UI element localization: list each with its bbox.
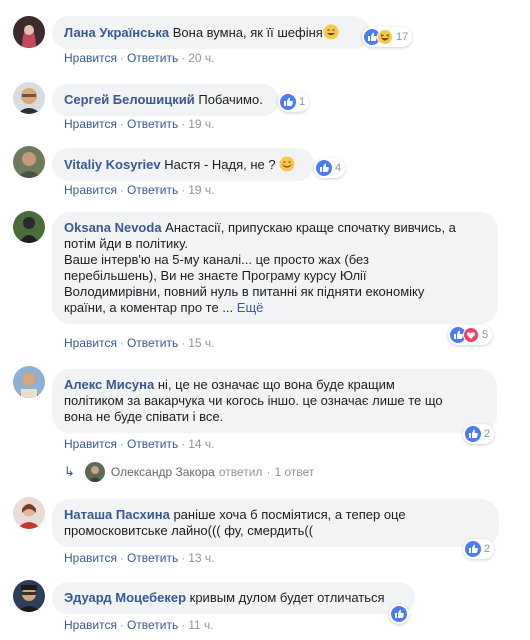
reply-author[interactable]: Олександр Закора	[111, 465, 215, 479]
comment-bubble: Сергей Белошицкий Побачимо.	[52, 84, 279, 116]
like-icon	[391, 606, 407, 622]
reply-link[interactable]: Ответить	[127, 117, 178, 131]
avatar[interactable]	[13, 146, 45, 178]
smile-emoji-icon	[279, 156, 295, 172]
comment-bubble: Vitaliy Kosyriev Настя - Надя, не ?	[52, 148, 314, 181]
reactions-summary[interactable]	[389, 604, 409, 624]
reactions-summary[interactable]: 1	[278, 92, 310, 112]
separator: ·	[119, 336, 124, 350]
replies-link[interactable]: ↳ Олександр Закора ответил · 1 ответ	[64, 462, 314, 482]
comment-actions: Нравится · Ответить · 19 ч.	[64, 116, 215, 132]
like-link[interactable]: Нравится	[64, 336, 117, 350]
like-link[interactable]: Нравится	[64, 618, 117, 632]
timestamp[interactable]: 11 ч.	[188, 618, 213, 632]
separator: ·	[181, 437, 186, 451]
reply-arrow-icon: ↳	[64, 464, 75, 479]
timestamp[interactable]: 19 ч.	[188, 117, 214, 131]
avatar	[84, 462, 105, 482]
comment-bubble: Эдуард Моцебекер кривым дулом будет отли…	[52, 582, 415, 614]
timestamp[interactable]: 15 ч.	[188, 336, 214, 350]
comment-text: Побачимо.	[198, 92, 263, 107]
comment-text: Настя - Надя, не ?	[164, 157, 276, 172]
reactions-summary[interactable]: 2	[463, 539, 495, 559]
reaction-count: 4	[335, 162, 342, 174]
reaction-count: 5	[482, 329, 489, 341]
separator: ·	[266, 465, 271, 479]
reply-count[interactable]: 1 ответ	[274, 465, 314, 479]
timestamp[interactable]: 13 ч.	[188, 551, 214, 565]
separator: ·	[119, 117, 124, 131]
separator: ·	[119, 51, 124, 65]
grin-emoji-icon	[323, 24, 339, 40]
reply-action: ответил	[218, 465, 263, 479]
comment-author[interactable]: Vitaliy Kosyriev	[64, 157, 161, 172]
comment-actions: Нравится · Ответить · 19 ч.	[64, 182, 215, 198]
like-link[interactable]: Нравится	[64, 437, 117, 451]
separator: ·	[181, 618, 186, 632]
comment-bubble: Наташа Пасхина раніше хоча б посміятися,…	[52, 499, 499, 547]
comment-author[interactable]: Наташа Пасхина	[64, 507, 170, 522]
comment-author[interactable]: Алекс Мисуна	[64, 377, 154, 392]
like-link[interactable]: Нравится	[64, 51, 117, 65]
comment-text: Вона вумна, як її шефіня	[172, 25, 323, 40]
separator: ·	[119, 551, 124, 565]
comment-author[interactable]: Oksana Nevoda	[64, 220, 162, 235]
like-link[interactable]: Нравится	[64, 551, 117, 565]
reaction-count: 2	[484, 428, 491, 440]
comment-text: кривым дулом будет отличаться	[189, 590, 385, 605]
comment-author[interactable]: Сергей Белошицкий	[64, 92, 195, 107]
timestamp[interactable]: 14 ч.	[188, 437, 214, 451]
reply-link[interactable]: Ответить	[127, 183, 178, 197]
comment-actions: Нравится · Ответить · 11 ч.	[64, 617, 214, 633]
separator: ·	[181, 183, 186, 197]
reply-link[interactable]: Ответить	[127, 51, 178, 65]
timestamp[interactable]: 20 ч.	[188, 51, 214, 65]
reactions-summary[interactable]: 17	[362, 27, 413, 47]
avatar[interactable]	[13, 497, 45, 529]
avatar[interactable]	[13, 16, 45, 48]
comment-author[interactable]: Лана Українська	[64, 25, 169, 40]
comment-bubble: Алекс Мисуна ні, це не означає що вона б…	[52, 369, 497, 433]
comment-actions: Нравится · Ответить · 14 ч.	[64, 436, 215, 452]
haha-icon	[377, 29, 393, 45]
separator: ·	[119, 618, 124, 632]
reply-link[interactable]: Ответить	[127, 551, 178, 565]
reply-link[interactable]: Ответить	[127, 618, 178, 632]
comment-actions: Нравится · Ответить · 15 ч.	[64, 335, 215, 351]
separator: ·	[181, 336, 186, 350]
reaction-count: 17	[396, 31, 409, 43]
see-more-link[interactable]: Ещё	[237, 300, 264, 315]
like-icon	[465, 426, 481, 442]
comment-actions: Нравится · Ответить · 13 ч.	[64, 550, 215, 566]
separator: ·	[181, 51, 186, 65]
reactions-summary[interactable]: 5	[448, 325, 493, 345]
separator: ·	[119, 437, 124, 451]
reply-link[interactable]: Ответить	[127, 336, 178, 350]
reactions-summary[interactable]: 4	[314, 158, 346, 178]
separator: ·	[181, 117, 186, 131]
separator: ·	[119, 183, 124, 197]
like-link[interactable]: Нравится	[64, 183, 117, 197]
reaction-count: 1	[299, 96, 306, 108]
avatar[interactable]	[13, 580, 45, 612]
reaction-count: 2	[484, 543, 491, 555]
like-icon	[316, 160, 332, 176]
avatar[interactable]	[13, 366, 45, 398]
separator: ·	[181, 551, 186, 565]
avatar[interactable]	[13, 211, 45, 243]
comment-bubble: Oksana Nevoda Анастасії, припускаю краще…	[52, 212, 498, 324]
like-icon	[280, 94, 296, 110]
timestamp[interactable]: 19 ч.	[188, 183, 214, 197]
comment-bubble: Лана Українська Вона вумна, як її шефіня	[52, 16, 370, 49]
reply-link[interactable]: Ответить	[127, 437, 178, 451]
comment-actions: Нравится · Ответить · 20 ч.	[64, 50, 215, 66]
like-link[interactable]: Нравится	[64, 117, 117, 131]
love-icon	[463, 327, 479, 343]
reactions-summary[interactable]: 2	[463, 424, 495, 444]
comment-author[interactable]: Эдуард Моцебекер	[64, 590, 186, 605]
avatar[interactable]	[13, 82, 45, 114]
like-icon	[465, 541, 481, 557]
